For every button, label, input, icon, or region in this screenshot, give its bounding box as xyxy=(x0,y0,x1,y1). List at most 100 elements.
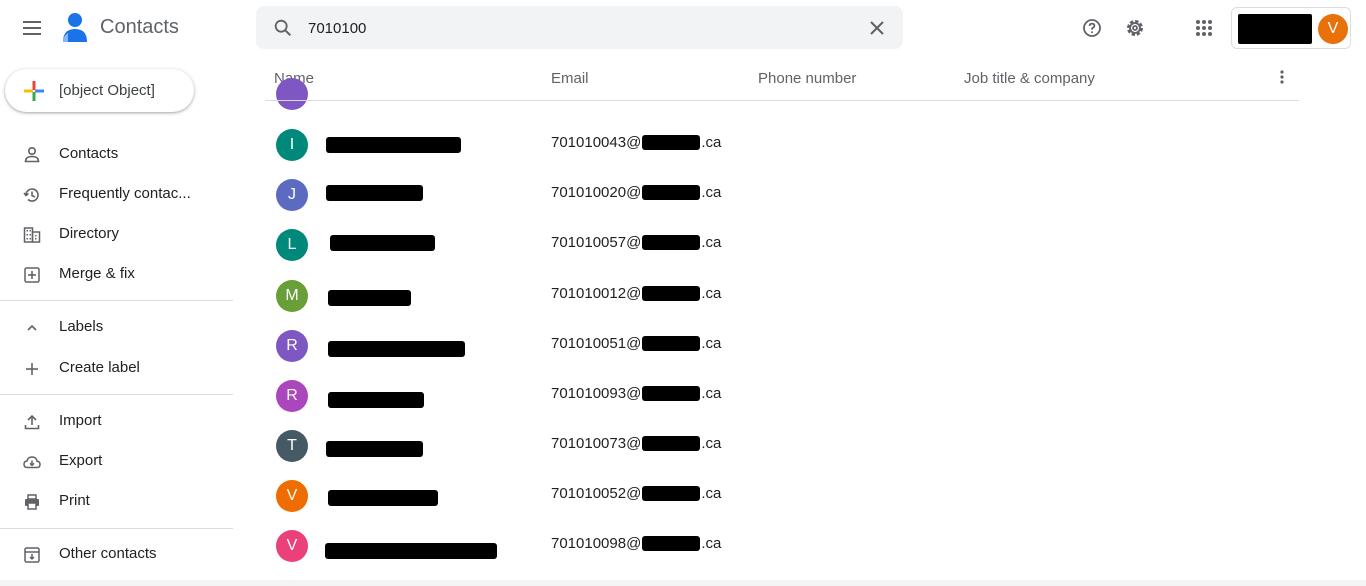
redacted-email-domain xyxy=(642,286,701,301)
upload-icon xyxy=(24,414,40,430)
email-suffix: .ca xyxy=(701,335,722,352)
table-header-divider xyxy=(265,100,1299,101)
email-prefix: 701010043@ xyxy=(551,134,642,151)
table-row[interactable]: V 701010098@ .ca xyxy=(265,520,1299,570)
top-bar: Contacts V xyxy=(0,0,1366,56)
table-row[interactable]: J 701010020@ .ca xyxy=(265,169,1299,219)
sidebar-item-label: Frequently contac... xyxy=(59,185,191,202)
contact-avatar[interactable] xyxy=(276,78,308,110)
person-icon xyxy=(24,146,40,163)
email-prefix: 701010093@ xyxy=(551,385,642,402)
email-prefix: 701010073@ xyxy=(551,435,642,452)
table-row[interactable]: L 701010057@ .ca xyxy=(265,219,1299,269)
sidebar-item-import[interactable]: Import xyxy=(0,401,232,441)
contact-email: 701010098@ .ca xyxy=(551,535,721,552)
contact-avatar[interactable]: T xyxy=(276,430,308,462)
contact-email: 701010043@ .ca xyxy=(551,134,721,151)
sidebar-divider xyxy=(0,528,233,529)
email-prefix: 701010051@ xyxy=(551,335,642,352)
sidebar-item-label: Export xyxy=(59,452,103,469)
close-icon xyxy=(870,21,884,35)
sidebar-item-label: Import xyxy=(59,412,102,429)
gear-icon[interactable] xyxy=(1123,16,1147,40)
more-vert-icon[interactable] xyxy=(1272,67,1292,87)
sidebar-item-frequently-contacted[interactable]: Frequently contac... xyxy=(0,174,232,214)
search-bar[interactable] xyxy=(256,6,903,49)
contact-avatar[interactable]: V xyxy=(276,480,308,512)
table-row[interactable]: R 701010093@ .ca xyxy=(265,370,1299,420)
contact-avatar[interactable]: L xyxy=(276,229,308,261)
redacted-account-name xyxy=(1238,14,1312,44)
redacted-email-domain xyxy=(642,135,701,150)
contacts-logo-icon[interactable] xyxy=(60,12,90,44)
archive-icon xyxy=(24,547,40,563)
account-switcher[interactable]: V xyxy=(1231,7,1351,49)
contact-avatar[interactable]: M xyxy=(276,280,308,312)
history-icon xyxy=(23,188,39,202)
email-prefix: 701010057@ xyxy=(551,234,642,251)
redacted-contact-name xyxy=(326,441,423,457)
plus-icon xyxy=(26,363,38,375)
app-title[interactable]: Contacts xyxy=(100,16,179,39)
plus-icon xyxy=(24,81,44,101)
contact-avatar[interactable]: R xyxy=(276,380,308,412)
create-contact-button[interactable]: [object Object] xyxy=(5,69,194,112)
email-prefix: 701010020@ xyxy=(551,184,642,201)
email-suffix: .ca xyxy=(701,285,722,302)
sidebar-divider xyxy=(0,394,233,395)
redacted-contact-name xyxy=(328,490,438,506)
table-row[interactable]: I 701010043@ .ca xyxy=(265,119,1299,169)
sidebar-item-other-contacts[interactable]: Other contacts xyxy=(0,534,232,574)
redacted-contact-name xyxy=(328,341,465,357)
cloud-download-icon xyxy=(23,456,41,469)
redacted-contact-name xyxy=(326,137,461,153)
email-prefix: 701010098@ xyxy=(551,535,642,552)
chevron-up-icon xyxy=(27,324,37,331)
contact-email: 701010012@ .ca xyxy=(551,285,721,302)
column-header-email[interactable]: Email xyxy=(551,70,589,87)
sidebar-item-label: Contacts xyxy=(59,145,119,162)
redacted-email-domain xyxy=(642,336,701,351)
email-prefix: 701010052@ xyxy=(551,485,642,502)
contact-email: 701010093@ .ca xyxy=(551,385,721,402)
column-header-phone[interactable]: Phone number xyxy=(758,70,856,87)
clear-search-button[interactable] xyxy=(865,16,889,40)
sidebar-item-merge-fix[interactable]: Merge & fix xyxy=(0,254,232,294)
redacted-contact-name xyxy=(330,235,435,251)
search-icon[interactable] xyxy=(272,17,294,39)
page-bottom-edge xyxy=(0,580,1366,586)
redacted-email-domain xyxy=(642,486,701,501)
email-suffix: .ca xyxy=(701,134,722,151)
table-row[interactable]: T 701010073@ .ca xyxy=(265,420,1299,470)
sidebar-item-directory[interactable]: Directory xyxy=(0,214,232,254)
table-row[interactable]: M 701010012@ .ca xyxy=(265,270,1299,320)
email-suffix: .ca xyxy=(701,535,722,552)
redacted-email-domain xyxy=(642,536,701,551)
contact-avatar[interactable]: I xyxy=(276,129,308,161)
contact-avatar[interactable]: J xyxy=(276,179,308,211)
contact-avatar[interactable]: V xyxy=(276,530,308,562)
table-row[interactable]: V 701010052@ .ca xyxy=(265,470,1299,520)
sidebar-labels-toggle[interactable]: Labels xyxy=(0,307,232,347)
redacted-email-domain xyxy=(642,185,701,200)
sidebar-item-print[interactable]: Print xyxy=(0,481,232,521)
sidebar-item-contacts[interactable]: Contacts xyxy=(0,134,232,174)
table-row[interactable]: R 701010051@ .ca xyxy=(265,320,1299,370)
sidebar-item-label: Create label xyxy=(59,359,140,376)
account-avatar[interactable]: V xyxy=(1318,14,1348,44)
column-header-job[interactable]: Job title & company xyxy=(964,70,1095,87)
search-input[interactable] xyxy=(308,18,808,38)
contact-email: 701010057@ .ca xyxy=(551,234,721,251)
contact-email: 701010073@ .ca xyxy=(551,435,721,452)
merge-icon xyxy=(24,267,40,283)
contact-avatar[interactable]: R xyxy=(276,330,308,362)
hamburger-menu-icon xyxy=(23,21,41,35)
sidebar-item-create-label[interactable]: Create label xyxy=(0,348,232,388)
apps-grid-icon[interactable] xyxy=(1192,16,1216,40)
sidebar-item-export[interactable]: Export xyxy=(0,441,232,481)
redacted-contact-name xyxy=(326,185,423,201)
help-icon[interactable] xyxy=(1080,16,1104,40)
redacted-contact-name xyxy=(325,543,497,559)
email-suffix: .ca xyxy=(701,234,722,251)
main-menu-button[interactable] xyxy=(16,12,48,44)
